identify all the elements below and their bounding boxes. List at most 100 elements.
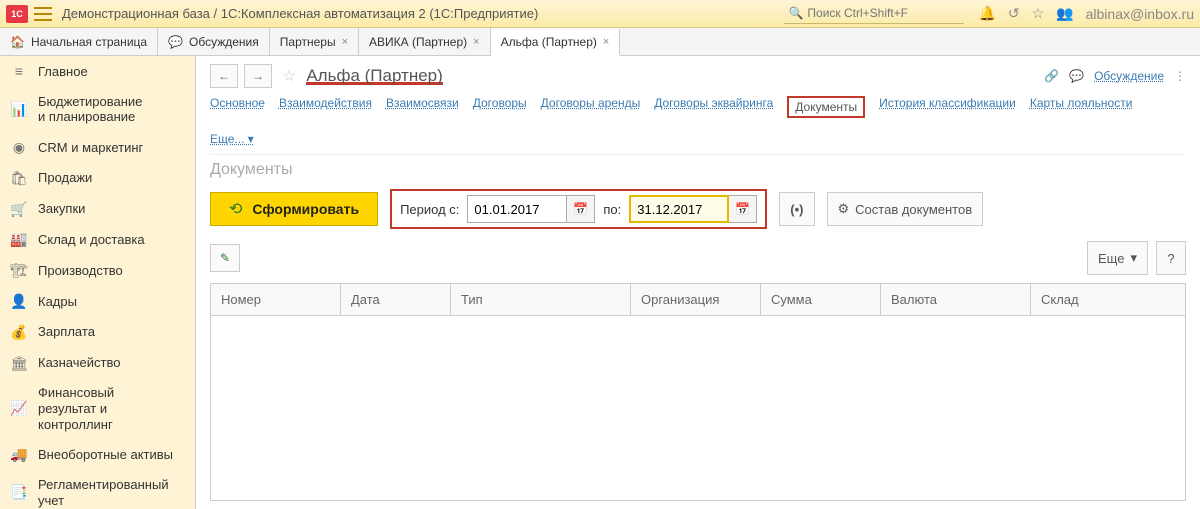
sidebar-item-treasury[interactable]: 🏛Казначейство xyxy=(0,348,195,379)
subnav-documents[interactable]: Документы xyxy=(787,96,865,118)
sidebar-item-main[interactable]: ≡Главное xyxy=(0,56,195,87)
cart-icon: 🛒 xyxy=(10,201,28,218)
section-title: Документы xyxy=(210,161,1186,179)
subnav-more[interactable]: Еще... ▾ xyxy=(210,132,254,146)
docs-composition-button[interactable]: ⚙ Состав документов xyxy=(827,192,984,226)
tab-alpha[interactable]: Альфа (Партнер) × xyxy=(491,29,621,56)
subnav-interactions[interactable]: Взаимодействия xyxy=(279,96,372,118)
history-icon[interactable]: ↺ xyxy=(1008,5,1020,22)
person-icon: 👤 xyxy=(10,293,28,310)
subnav-relations[interactable]: Взаимосвязи xyxy=(386,96,459,118)
discuss-link[interactable]: Обсуждение xyxy=(1094,69,1164,83)
factory-icon: 🏭 xyxy=(10,231,28,248)
home-tab[interactable]: 🏠 Начальная страница xyxy=(0,28,158,55)
col-sum[interactable]: Сумма xyxy=(761,284,881,315)
sidebar-item-regulated[interactable]: 📑Регламентированный учет xyxy=(0,470,195,509)
col-date[interactable]: Дата xyxy=(341,284,451,315)
bank-icon: 🏛 xyxy=(10,355,28,372)
nav-back-button[interactable]: ← xyxy=(210,64,238,88)
tab-avika[interactable]: АВИКА (Партнер) × xyxy=(359,28,491,55)
col-currency[interactable]: Валюта xyxy=(881,284,1031,315)
col-warehouse[interactable]: Склад xyxy=(1031,284,1185,315)
col-number[interactable]: Номер xyxy=(211,284,341,315)
sidebar-item-salary[interactable]: 💰Зарплата xyxy=(0,317,195,348)
target-icon: ◉ xyxy=(10,139,28,156)
subnav-contracts[interactable]: Договоры xyxy=(473,96,527,118)
chat-icon[interactable]: 💬 xyxy=(1069,69,1084,83)
period-from-label: Период с: xyxy=(400,202,459,217)
title-bar: 1C Демонстрационная база / 1С:Комплексна… xyxy=(0,0,1200,28)
money-icon: 💰 xyxy=(10,324,28,341)
documents-grid[interactable]: Номер Дата Тип Организация Сумма Валюта … xyxy=(210,283,1186,501)
search-icon: 🔍 xyxy=(788,6,803,20)
close-icon[interactable]: × xyxy=(473,36,479,48)
sidebar-item-purchases[interactable]: 🛒Закупки xyxy=(0,194,195,225)
top-actions: 🔔 ↺ ☆ 👥 albinax@inbox.ru xyxy=(978,5,1194,22)
edit-button[interactable]: ✎ xyxy=(210,244,240,272)
col-org[interactable]: Организация xyxy=(631,284,761,315)
period-group: Период с: 📅 по: 📅 xyxy=(390,189,767,229)
favorite-icon[interactable]: ☆ xyxy=(282,66,296,86)
sidebar-item-finance[interactable]: 📈Финансовый результат и контроллинг xyxy=(0,378,195,439)
sidebar-item-sales[interactable]: 🛍Продажи xyxy=(0,163,195,194)
sidebar-item-assets[interactable]: 🚚Внеоборотные активы xyxy=(0,439,195,470)
bell-icon[interactable]: 🔔 xyxy=(978,5,995,22)
date-to-input[interactable] xyxy=(629,195,729,223)
gear-icon: ⚙ xyxy=(838,201,850,217)
calendar-icon[interactable]: 📅 xyxy=(567,195,595,223)
subnav-history[interactable]: История классификации xyxy=(879,96,1016,118)
close-icon[interactable]: × xyxy=(342,36,348,48)
close-icon[interactable]: × xyxy=(603,36,609,48)
help-button[interactable]: ? xyxy=(1156,241,1186,275)
users-icon[interactable]: 👥 xyxy=(1056,5,1073,22)
app-title: Демонстрационная база / 1С:Комплексная а… xyxy=(62,6,538,21)
list-icon: ≡ xyxy=(10,63,28,80)
sub-nav: Основное Взаимодействия Взаимосвязи Дого… xyxy=(210,92,1186,155)
sidebar-item-production[interactable]: 🏗Производство xyxy=(0,255,195,286)
edit-row: ✎ Еще ▾ ? xyxy=(210,241,1186,275)
search-box[interactable]: 🔍 xyxy=(784,4,964,24)
subnav-acquiring[interactable]: Договоры эквайринга xyxy=(654,96,773,118)
generate-button[interactable]: ⟲ Сформировать xyxy=(210,192,378,226)
more-icon[interactable]: ⋮ xyxy=(1174,69,1186,83)
user-label[interactable]: albinax@inbox.ru xyxy=(1086,6,1194,22)
subnav-loyalty[interactable]: Карты лояльности xyxy=(1030,96,1133,118)
subnav-main[interactable]: Основное xyxy=(210,96,265,118)
search-input[interactable] xyxy=(807,6,957,20)
star-icon[interactable]: ☆ xyxy=(1032,5,1045,22)
bag-icon: 🛍 xyxy=(10,170,28,187)
content: ← → ☆ Альфа (Партнер) 🔗 💬 Обсуждение ⋮ О… xyxy=(196,56,1200,509)
chat-icon: 💬 xyxy=(168,35,183,49)
sidebar-item-crm[interactable]: ◉CRM и маркетинг xyxy=(0,132,195,163)
grid-header: Номер Дата Тип Организация Сумма Валюта … xyxy=(211,284,1185,316)
nav-forward-button[interactable]: → xyxy=(244,64,272,88)
period-to-label: по: xyxy=(603,202,621,217)
tab-partners[interactable]: Партнеры × xyxy=(270,28,359,55)
menu-icon[interactable] xyxy=(34,7,52,21)
calendar-icon[interactable]: 📅 xyxy=(729,195,757,223)
home-icon: 🏠 xyxy=(10,35,25,49)
tab-bar: 🏠 Начальная страница 💬 Обсуждения Партне… xyxy=(0,28,1200,56)
sidebar-item-budget[interactable]: 📊Бюджетирование и планирование xyxy=(0,87,195,132)
truck-icon: 🚚 xyxy=(10,446,28,463)
date-from-input[interactable] xyxy=(467,195,567,223)
sidebar: ≡Главное 📊Бюджетирование и планирование … xyxy=(0,56,196,509)
form-header: ← → ☆ Альфа (Партнер) 🔗 💬 Обсуждение ⋮ xyxy=(210,64,1186,88)
app-logo: 1C xyxy=(6,5,28,23)
sidebar-item-hr[interactable]: 👤Кадры xyxy=(0,286,195,317)
chart-icon: 📊 xyxy=(10,101,28,118)
subnav-rent[interactable]: Договоры аренды xyxy=(541,96,641,118)
more-button[interactable]: Еще ▾ xyxy=(1087,241,1148,275)
link-icon[interactable]: 🔗 xyxy=(1044,69,1059,83)
docs-icon: 📑 xyxy=(10,484,28,501)
page-title: Альфа (Партнер) xyxy=(306,66,442,86)
refresh-icon: ⟲ xyxy=(229,199,242,219)
graph-icon: 📈 xyxy=(10,400,28,417)
sidebar-item-warehouse[interactable]: 🏭Склад и доставка xyxy=(0,224,195,255)
col-type[interactable]: Тип xyxy=(451,284,631,315)
expand-button[interactable]: (•) xyxy=(779,192,814,226)
tab-discussions[interactable]: 💬 Обсуждения xyxy=(158,28,270,55)
toolbar: ⟲ Сформировать Период с: 📅 по: 📅 (•) ⚙ С… xyxy=(210,189,1186,229)
crane-icon: 🏗 xyxy=(10,262,28,279)
home-label: Начальная страница xyxy=(31,35,147,49)
